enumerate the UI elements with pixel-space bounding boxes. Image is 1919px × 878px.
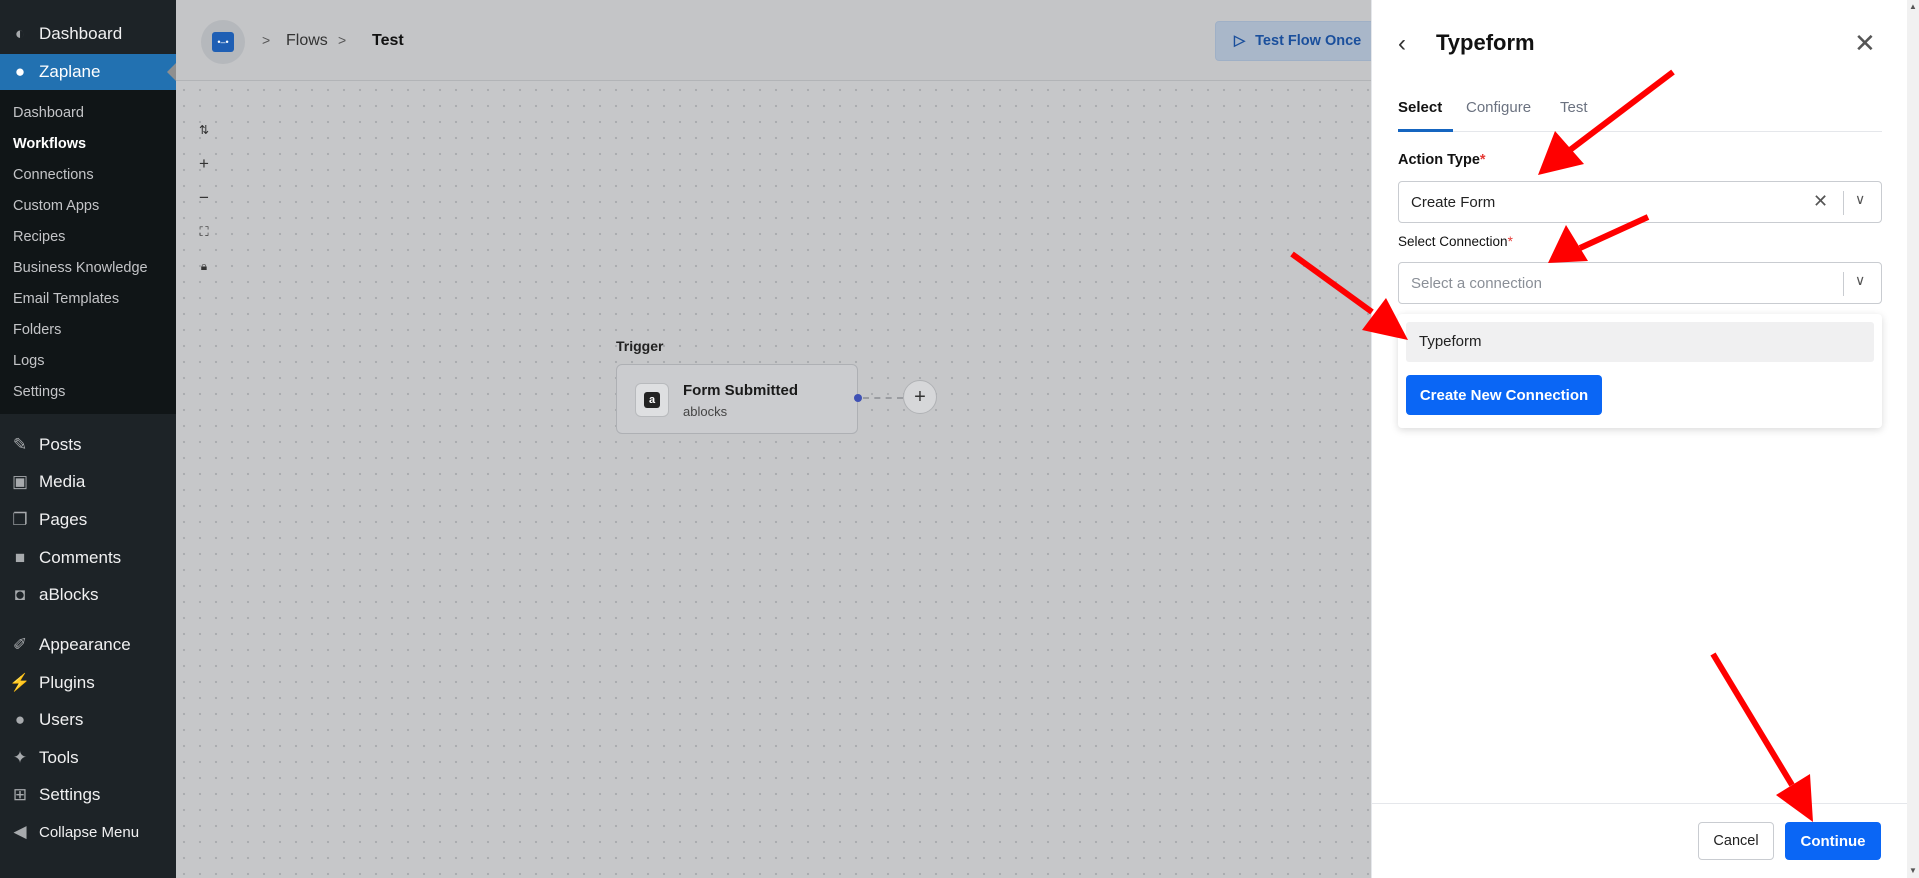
submenu-folders[interactable]: Folders [13,322,61,338]
connection-dropdown: Typeform Create New Connection [1398,314,1882,428]
submenu-business-knowledge[interactable]: Business Knowledge [13,260,148,276]
clear-icon[interactable]: ✕ [1813,191,1828,212]
breadcrumb-flows[interactable]: Flows [286,32,328,50]
connection-select[interactable]: Select a connection ∨ [1398,262,1882,304]
dropdown-option-typeform[interactable]: Typeform [1406,322,1874,362]
submenu-custom-apps[interactable]: Custom Apps [13,198,99,214]
wp-menu-comments[interactable]: ■ Comments [0,540,176,576]
trigger-title: Form Submitted [683,382,798,399]
scrollbar[interactable]: ▲ ▼ [1907,0,1919,878]
node-connector [863,397,903,399]
scroll-down-icon[interactable]: ▼ [1909,866,1917,875]
panel-tabs: Select Configure Test [1398,97,1882,132]
submenu-email-templates[interactable]: Email Templates [13,291,119,307]
test-flow-once-button[interactable]: ▷ Test Flow Once [1215,21,1385,61]
chevron-right-icon: > [262,32,271,48]
required-marker: * [1507,234,1513,249]
zaplane-icon: ● [14,62,26,81]
create-new-connection-button[interactable]: Create New Connection [1406,375,1602,415]
breadcrumb-current: Test [372,32,404,49]
wp-admin-sidebar: ◐ Dashboard ● Zaplane Dashboard Workflow… [0,0,176,878]
wp-menu-posts[interactable]: ✎ Posts [0,427,176,463]
action-panel: ‹ Typeform ✕ Select Configure Test Actio… [1371,0,1907,878]
play-icon: ▷ [1234,33,1246,49]
chevron-down-icon[interactable]: ∨ [1855,191,1865,208]
back-icon[interactable]: ‹ [1398,30,1406,58]
wp-menu-zaplane[interactable]: ● Zaplane [0,54,176,90]
zoom-out-icon[interactable]: − [194,188,214,208]
app-logo[interactable]: •–• [201,20,245,64]
tab-configure[interactable]: Configure [1466,99,1531,116]
fit-view-icon[interactable]: ⛶ [194,222,214,242]
select-divider [1843,191,1844,215]
action-type-label: Action Type* [1398,152,1486,168]
trigger-label: Trigger [616,338,664,354]
submenu-settings[interactable]: Settings [13,384,65,400]
submenu-workflows[interactable]: Workflows [13,136,86,152]
add-step-button[interactable]: + [903,380,937,414]
collapse-icon: ◀ [13,822,27,841]
media-icon: ▣ [11,472,29,491]
chevron-down-icon[interactable]: ∨ [1855,272,1865,289]
wp-menu-collapse[interactable]: ◀ Collapse Menu [0,814,176,850]
active-tab-indicator [1398,129,1453,132]
submenu-dashboard[interactable]: Dashboard [13,105,84,121]
plus-icon: + [914,385,926,408]
appearance-icon: ✐ [12,635,28,654]
submenu-connections[interactable]: Connections [13,167,94,183]
panel-footer: Cancel Continue [1372,803,1907,878]
lock-icon[interactable]: 🔒︎ [194,256,214,276]
pages-icon: ❐ [12,510,28,529]
trigger-node[interactable]: a Form Submitted ablocks [616,364,858,434]
plugins-icon: ⚡ [9,673,31,692]
sort-icon[interactable]: ⇅ [194,120,214,140]
zaplane-submenu: Dashboard Workflows Connections Custom A… [0,90,176,414]
action-type-select[interactable]: Create Form ✕ ∨ [1398,181,1882,223]
action-type-value: Create Form [1411,194,1496,211]
wp-menu-settings[interactable]: ⊞ Settings [0,777,176,813]
submenu-logs[interactable]: Logs [13,353,44,369]
zaplane-logo-icon: •–• [212,32,234,52]
required-marker: * [1479,152,1486,168]
dashboard-icon: ◐ [14,24,26,43]
wp-menu-plugins[interactable]: ⚡ Plugins [0,665,176,701]
users-icon: ● [14,710,26,729]
wp-menu-pages[interactable]: ❐ Pages [0,502,176,538]
select-divider [1843,272,1844,296]
cancel-button[interactable]: Cancel [1698,822,1774,860]
active-menu-arrow [167,63,176,81]
wp-menu-appearance[interactable]: ✐ Appearance [0,627,176,663]
comments-icon: ■ [14,548,26,567]
zoom-in-icon[interactable]: + [194,154,214,174]
wp-menu-users[interactable]: ● Users [0,702,176,738]
ablocks-trigger-icon: a [635,383,669,417]
wp-menu-dashboard[interactable]: ◐ Dashboard [0,16,176,52]
wp-menu-tools[interactable]: ✦ Tools [0,740,176,776]
scroll-up-icon[interactable]: ▲ [1909,2,1917,11]
node-handle[interactable] [854,394,862,402]
close-icon[interactable]: ✕ [1854,28,1876,59]
settings-icon: ⊞ [12,785,28,804]
chevron-right-icon: > [338,32,347,48]
ablocks-icon: ◘ [14,585,26,604]
wp-menu-ablocks[interactable]: ◘ aBlocks [0,577,176,613]
wp-menu-media[interactable]: ▣ Media [0,464,176,500]
connection-placeholder: Select a connection [1411,275,1542,292]
tab-select[interactable]: Select [1398,99,1442,116]
select-connection-label: Select Connection* [1398,234,1513,249]
tools-icon: ✦ [12,748,28,767]
continue-button[interactable]: Continue [1785,822,1881,860]
submenu-recipes[interactable]: Recipes [13,229,65,245]
trigger-subtitle: ablocks [683,404,728,419]
tab-test[interactable]: Test [1560,99,1588,116]
panel-title: Typeform [1436,30,1535,55]
pin-icon: ✎ [12,435,28,454]
